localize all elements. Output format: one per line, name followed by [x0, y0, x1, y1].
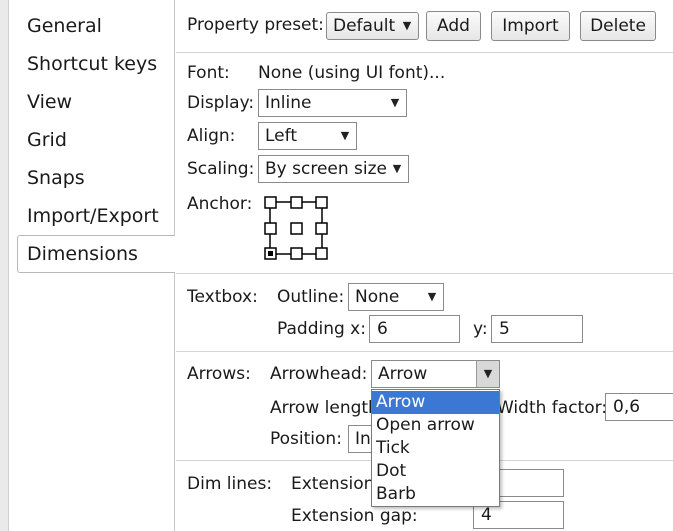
anchor-top-left[interactable] [264, 196, 277, 209]
dropdown-option-tick[interactable]: Tick [372, 437, 499, 460]
sidebar-item-snaps[interactable]: Snaps [27, 167, 85, 189]
sidebar-item-grid[interactable]: Grid [27, 129, 67, 151]
position-value: In [355, 429, 371, 449]
outline-value: None [355, 287, 400, 307]
dropdown-option-arrow[interactable]: Arrow [372, 391, 499, 414]
chevron-down-icon: ▼ [427, 290, 437, 303]
property-preset-label: Property preset: [187, 15, 324, 35]
anchor-selected-marker [268, 251, 273, 256]
font-chooser-link[interactable]: None (using UI font)... [258, 63, 445, 83]
scaling-select[interactable]: By screen size ▼ [258, 155, 409, 183]
sidebar-edge [0, 0, 9, 531]
import-preset-button[interactable]: Import [491, 11, 570, 41]
extension-label: Extension [291, 474, 375, 494]
display-label: Display: [187, 93, 255, 113]
anchor-picker[interactable] [261, 193, 331, 263]
section-divider [176, 52, 673, 53]
anchor-middle-right[interactable] [315, 222, 328, 235]
position-label: Position: [270, 429, 342, 449]
chevron-down-icon: ▼ [402, 19, 412, 32]
property-preset-select[interactable]: Default ▼ [326, 12, 419, 40]
arrows-label: Arrows: [187, 364, 251, 384]
align-value: Left [265, 126, 297, 146]
padding-y-label: y: [473, 319, 488, 339]
dropdown-option-open-arrow[interactable]: Open arrow [372, 414, 499, 437]
sidebar-item-dimensions[interactable]: Dimensions [27, 243, 138, 265]
display-select[interactable]: Inline ▼ [258, 89, 407, 117]
delete-preset-button[interactable]: Delete [580, 11, 656, 41]
extension-gap-label: Extension gap: [291, 506, 418, 526]
padding-x-label: Padding x: [277, 319, 366, 339]
dropdown-option-dot[interactable]: Dot [372, 460, 499, 483]
section-divider [176, 273, 673, 274]
scaling-label: Scaling: [187, 159, 255, 179]
width-factor-field[interactable]: 0,6 [605, 393, 673, 421]
anchor-middle-left[interactable] [264, 222, 277, 235]
chevron-down-icon: ▼ [390, 96, 400, 109]
chevron-down-icon: ▼ [392, 162, 402, 175]
dim-lines-label: Dim lines: [187, 474, 273, 494]
font-label: Font: [187, 63, 230, 83]
anchor-bottom-center[interactable] [290, 247, 303, 260]
padding-x-field[interactable]: 6 [369, 315, 460, 343]
sidebar-item-import-export[interactable]: Import/Export [27, 205, 159, 227]
arrowhead-dropdown-list: Arrow Open arrow Tick Dot Barb [371, 389, 500, 507]
dropdown-option-barb[interactable]: Barb [372, 483, 499, 506]
arrowhead-value: Arrow [378, 364, 428, 384]
anchor-center[interactable] [290, 222, 303, 235]
add-preset-button[interactable]: Add [426, 11, 481, 41]
arrowhead-select[interactable]: Arrow ▼ [371, 360, 500, 388]
sidebar-item-view[interactable]: View [27, 91, 72, 113]
sidebar-item-shortcut-keys[interactable]: Shortcut keys [27, 53, 157, 75]
chevron-down-icon: ▼ [476, 361, 499, 387]
sidebar-item-general[interactable]: General [27, 15, 102, 37]
chevron-down-icon: ▼ [340, 129, 350, 142]
padding-y-field[interactable]: 5 [491, 315, 583, 343]
anchor-label: Anchor: [187, 194, 253, 214]
textbox-label: Textbox: [187, 287, 258, 307]
anchor-bottom-right[interactable] [315, 247, 328, 260]
scaling-value: By screen size [265, 159, 388, 179]
align-label: Align: [187, 126, 236, 146]
anchor-top-right[interactable] [315, 196, 328, 209]
anchor-top-center[interactable] [290, 196, 303, 209]
align-select[interactable]: Left ▼ [258, 122, 357, 150]
display-value: Inline [265, 93, 312, 113]
outline-select[interactable]: None ▼ [348, 283, 444, 311]
arrow-length-label: Arrow length [270, 398, 379, 418]
width-factor-label: Width factor: [497, 398, 608, 418]
section-divider [176, 351, 673, 352]
arrowhead-label: Arrowhead: [270, 364, 368, 384]
property-preset-value: Default [333, 16, 396, 36]
outline-label: Outline: [277, 287, 345, 307]
